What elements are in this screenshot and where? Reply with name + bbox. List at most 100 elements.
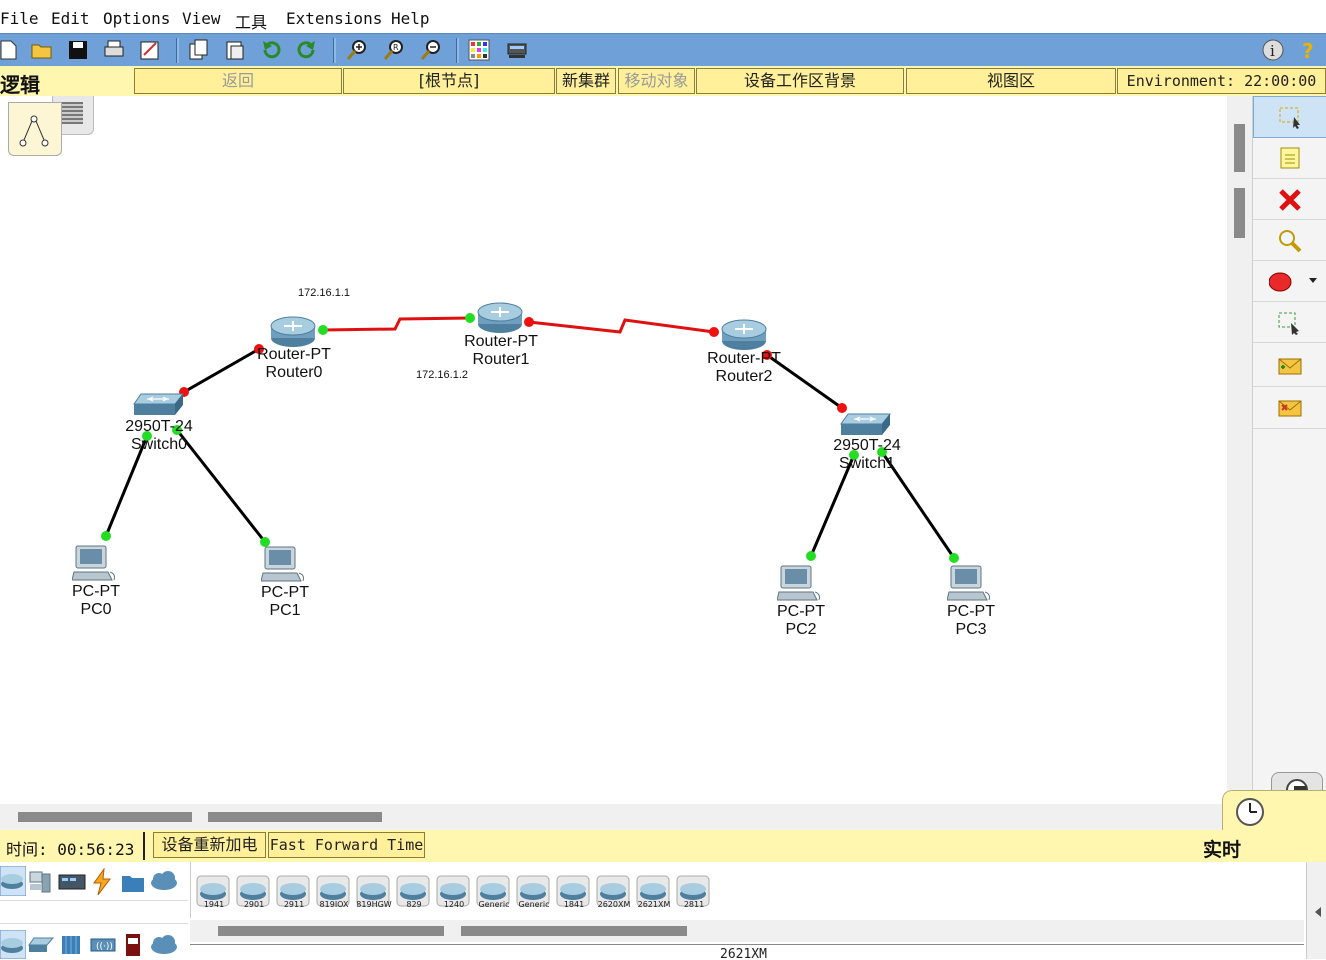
- model-generic-1[interactable]: Generic: [474, 862, 514, 912]
- save-icon[interactable]: [66, 38, 90, 62]
- menu-tools[interactable]: 工具: [235, 9, 267, 33]
- pc1-device[interactable]: [260, 545, 307, 589]
- serial-link-router1-router2[interactable]: [528, 318, 715, 334]
- delete-icon: [1279, 189, 1301, 211]
- menu-file[interactable]: File: [0, 9, 39, 28]
- menu-view[interactable]: View: [182, 9, 221, 28]
- switch-icon: [133, 393, 185, 415]
- horizontal-scrollbar[interactable]: [0, 804, 1227, 830]
- model-1841[interactable]: 1841: [554, 862, 594, 912]
- pc0-label: PC-PT PC0: [46, 583, 146, 619]
- model-list-scrollbar[interactable]: [190, 920, 1304, 942]
- scroll-thumb[interactable]: [1234, 188, 1245, 238]
- model-1941[interactable]: 1941: [194, 862, 234, 912]
- workspace-background-button[interactable]: 设备工作区背景: [696, 68, 904, 94]
- move-object-button[interactable]: 移动对象: [618, 68, 695, 94]
- model-2811[interactable]: 2811: [674, 862, 714, 912]
- serial-link-router0-router1[interactable]: [322, 316, 471, 332]
- menu-extensions[interactable]: Extensions: [286, 9, 382, 28]
- viewport-button[interactable]: 视图区: [906, 68, 1116, 94]
- new-file-icon[interactable]: [0, 38, 20, 62]
- routers-subcategory-icon[interactable]: [0, 930, 26, 959]
- misc-category-icon[interactable]: [120, 870, 146, 894]
- model-label: 2621XM: [637, 900, 671, 909]
- back-button[interactable]: 返回: [134, 68, 342, 94]
- device-category-row: [0, 866, 188, 898]
- scroll-thumb[interactable]: [218, 926, 444, 936]
- model-2911[interactable]: 2911: [274, 862, 314, 912]
- ip-label-router1: 172.16.1.2: [416, 369, 468, 381]
- custom-device-icon[interactable]: [505, 38, 529, 62]
- pc-icon: [71, 545, 115, 581]
- hubs-subcategory-icon[interactable]: [60, 934, 82, 956]
- model-819iox[interactable]: 819IOX: [314, 862, 354, 912]
- open-folder-icon[interactable]: [30, 38, 54, 62]
- menu-edit[interactable]: Edit: [51, 9, 90, 28]
- help-icon[interactable]: ?: [1297, 38, 1321, 62]
- redo-icon[interactable]: [295, 38, 319, 62]
- model-2901[interactable]: 2901: [234, 862, 274, 912]
- model-2621xm[interactable]: 2621XM: [634, 862, 674, 912]
- pc3-device[interactable]: [946, 564, 993, 608]
- resize-tool[interactable]: [1253, 302, 1326, 343]
- fast-forward-button[interactable]: Fast Forward Time: [268, 832, 425, 858]
- palette-icon[interactable]: [467, 38, 491, 62]
- scroll-thumb[interactable]: [461, 926, 687, 936]
- device-name: Switch0: [130, 436, 188, 453]
- switch1-label: 2950T-24 Switch1: [817, 437, 917, 473]
- realtime-tab[interactable]: [1222, 790, 1326, 833]
- svg-text:i: i: [1270, 42, 1275, 60]
- pc0-device[interactable]: [71, 544, 118, 588]
- scroll-thumb[interactable]: [208, 812, 382, 822]
- undo-icon[interactable]: [259, 38, 283, 62]
- add-simple-pdu-tool[interactable]: [1253, 346, 1326, 387]
- print-icon[interactable]: [102, 38, 126, 62]
- scroll-thumb[interactable]: [18, 812, 192, 822]
- connections-category-icon[interactable]: [90, 868, 114, 896]
- wan-emulation-subcategory-icon[interactable]: [150, 934, 178, 956]
- copy-icon[interactable]: [187, 38, 211, 62]
- security-subcategory-icon[interactable]: [124, 932, 142, 958]
- model-2620xm[interactable]: 2620XM: [594, 862, 634, 912]
- switches-subcategory-icon[interactable]: [28, 936, 54, 954]
- scroll-thumb[interactable]: [1234, 124, 1245, 172]
- model-1240[interactable]: 1240: [434, 862, 474, 912]
- chevron-left-icon[interactable]: [1313, 906, 1323, 918]
- end-devices-category-icon[interactable]: [28, 870, 54, 896]
- new-cluster-button[interactable]: 新集群: [556, 68, 616, 94]
- menu-help[interactable]: Help: [391, 9, 430, 28]
- environment-button[interactable]: Environment: 22:00:00: [1117, 68, 1326, 94]
- device-type: PC-PT: [777, 603, 825, 620]
- pc2-device[interactable]: [776, 564, 823, 608]
- model-819hgw[interactable]: 819HGW: [354, 862, 394, 912]
- network-devices-category-icon[interactable]: [0, 866, 26, 896]
- inspect-tool[interactable]: [1253, 220, 1326, 261]
- root-node-button[interactable]: [根节点]: [343, 68, 555, 94]
- info-icon[interactable]: i: [1261, 38, 1285, 62]
- paste-icon[interactable]: [223, 38, 247, 62]
- logical-workspace[interactable]: Router-PT Router0 Router-PT Router1 Router…: [0, 96, 1227, 804]
- power-cycle-button[interactable]: 设备重新加电: [153, 832, 266, 858]
- draw-shape-tool[interactable]: [1253, 261, 1326, 302]
- router-icon: [721, 319, 767, 350]
- select-tool[interactable]: [1253, 96, 1326, 138]
- zoom-out-icon[interactable]: [419, 38, 443, 62]
- device-name: PC1: [269, 602, 301, 619]
- delete-tool[interactable]: [1253, 179, 1326, 220]
- model-generic-2[interactable]: Generic: [514, 862, 554, 912]
- multiuser-category-icon[interactable]: [150, 870, 178, 892]
- model-829[interactable]: 829: [394, 862, 434, 912]
- ip-label-router0: 172.16.1.1: [298, 287, 350, 299]
- device-type: Router-PT: [257, 346, 331, 363]
- note-tool[interactable]: [1253, 138, 1326, 179]
- components-category-icon[interactable]: [58, 872, 86, 892]
- activity-wizard-icon[interactable]: [138, 38, 162, 62]
- zoom-in-icon[interactable]: [345, 38, 369, 62]
- zoom-reset-icon[interactable]: R: [382, 38, 406, 62]
- menu-options[interactable]: Options: [103, 9, 170, 28]
- model-label: 1941: [203, 900, 225, 909]
- panel-side-scroll[interactable]: [1306, 862, 1326, 959]
- add-complex-pdu-tool[interactable]: [1253, 388, 1326, 429]
- wireless-subcategory-icon[interactable]: ((·)): [90, 936, 116, 954]
- vertical-scrollbar[interactable]: [1227, 96, 1252, 804]
